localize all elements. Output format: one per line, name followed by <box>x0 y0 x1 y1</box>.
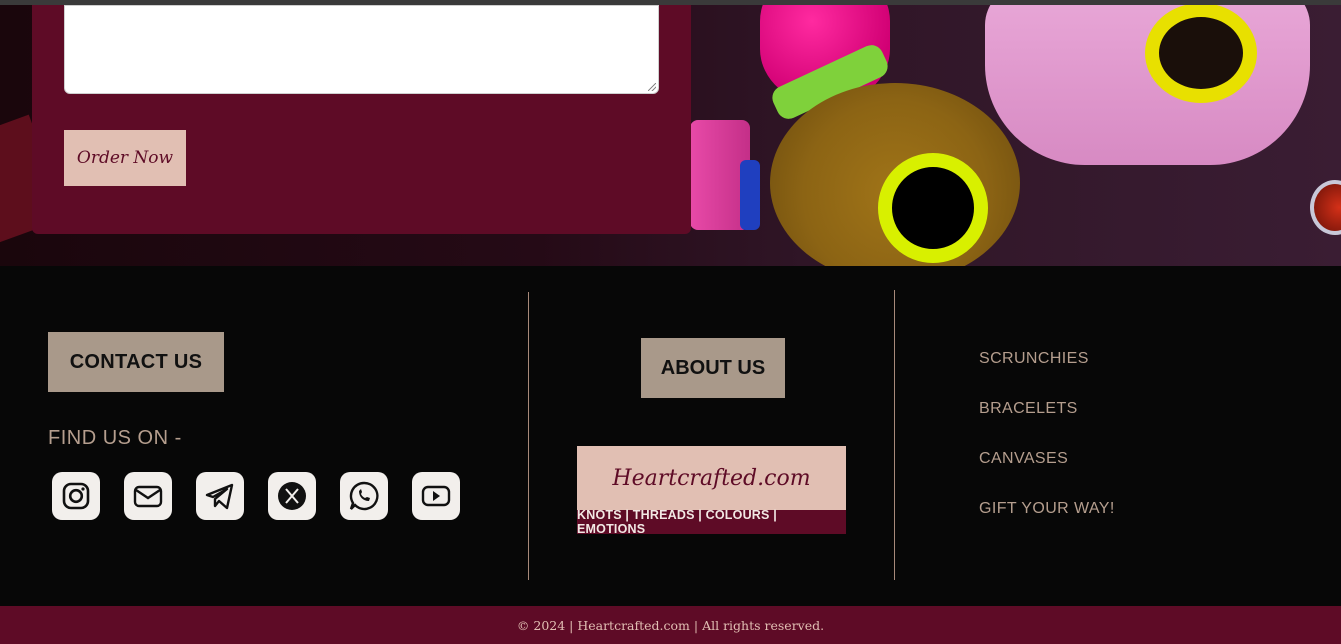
order-now-button[interactable]: Order Now <box>64 130 186 186</box>
pale-pink-spool <box>985 5 1310 165</box>
logo-tagline: KNOTS | THREADS | COLOURS | EMOTIONS <box>577 508 846 536</box>
x-icon[interactable] <box>268 472 316 520</box>
logo-brand-text: Heartcrafted.com <box>577 446 846 510</box>
contact-us-button[interactable]: CONTACT US <box>48 332 224 392</box>
gold-spool <box>770 83 1020 266</box>
footer-divider <box>894 290 895 580</box>
link-canvases[interactable]: CANVASES <box>979 450 1115 500</box>
footer-divider <box>528 292 529 580</box>
find-us-label: FIND US ON - <box>48 427 182 449</box>
order-form-card: Order Now <box>32 5 691 234</box>
copyright-text: © 2024 | Heartcrafted.com | All rights r… <box>0 606 1341 644</box>
link-gift-your-way[interactable]: GIFT YOUR WAY! <box>979 500 1115 550</box>
footer-category-links: SCRUNCHIES BRACELETS CANVASES GIFT YOUR … <box>979 350 1115 550</box>
site-footer: CONTACT US FIND US ON - ABOUT US Heartcr… <box>0 266 1341 606</box>
social-links <box>52 472 460 520</box>
red-spool <box>1310 180 1341 235</box>
link-bracelets[interactable]: BRACELETS <box>979 400 1115 450</box>
instagram-icon[interactable] <box>52 472 100 520</box>
small-pink-spool <box>690 120 760 230</box>
brand-logo: Heartcrafted.com KNOTS | THREADS | COLOU… <box>577 446 846 536</box>
telegram-icon[interactable] <box>196 472 244 520</box>
youtube-icon[interactable] <box>412 472 460 520</box>
order-message-textarea[interactable] <box>64 5 659 94</box>
whatsapp-icon[interactable] <box>340 472 388 520</box>
about-us-button[interactable]: ABOUT US <box>641 338 785 398</box>
email-icon[interactable] <box>124 472 172 520</box>
link-scrunchies[interactable]: SCRUNCHIES <box>979 350 1115 400</box>
